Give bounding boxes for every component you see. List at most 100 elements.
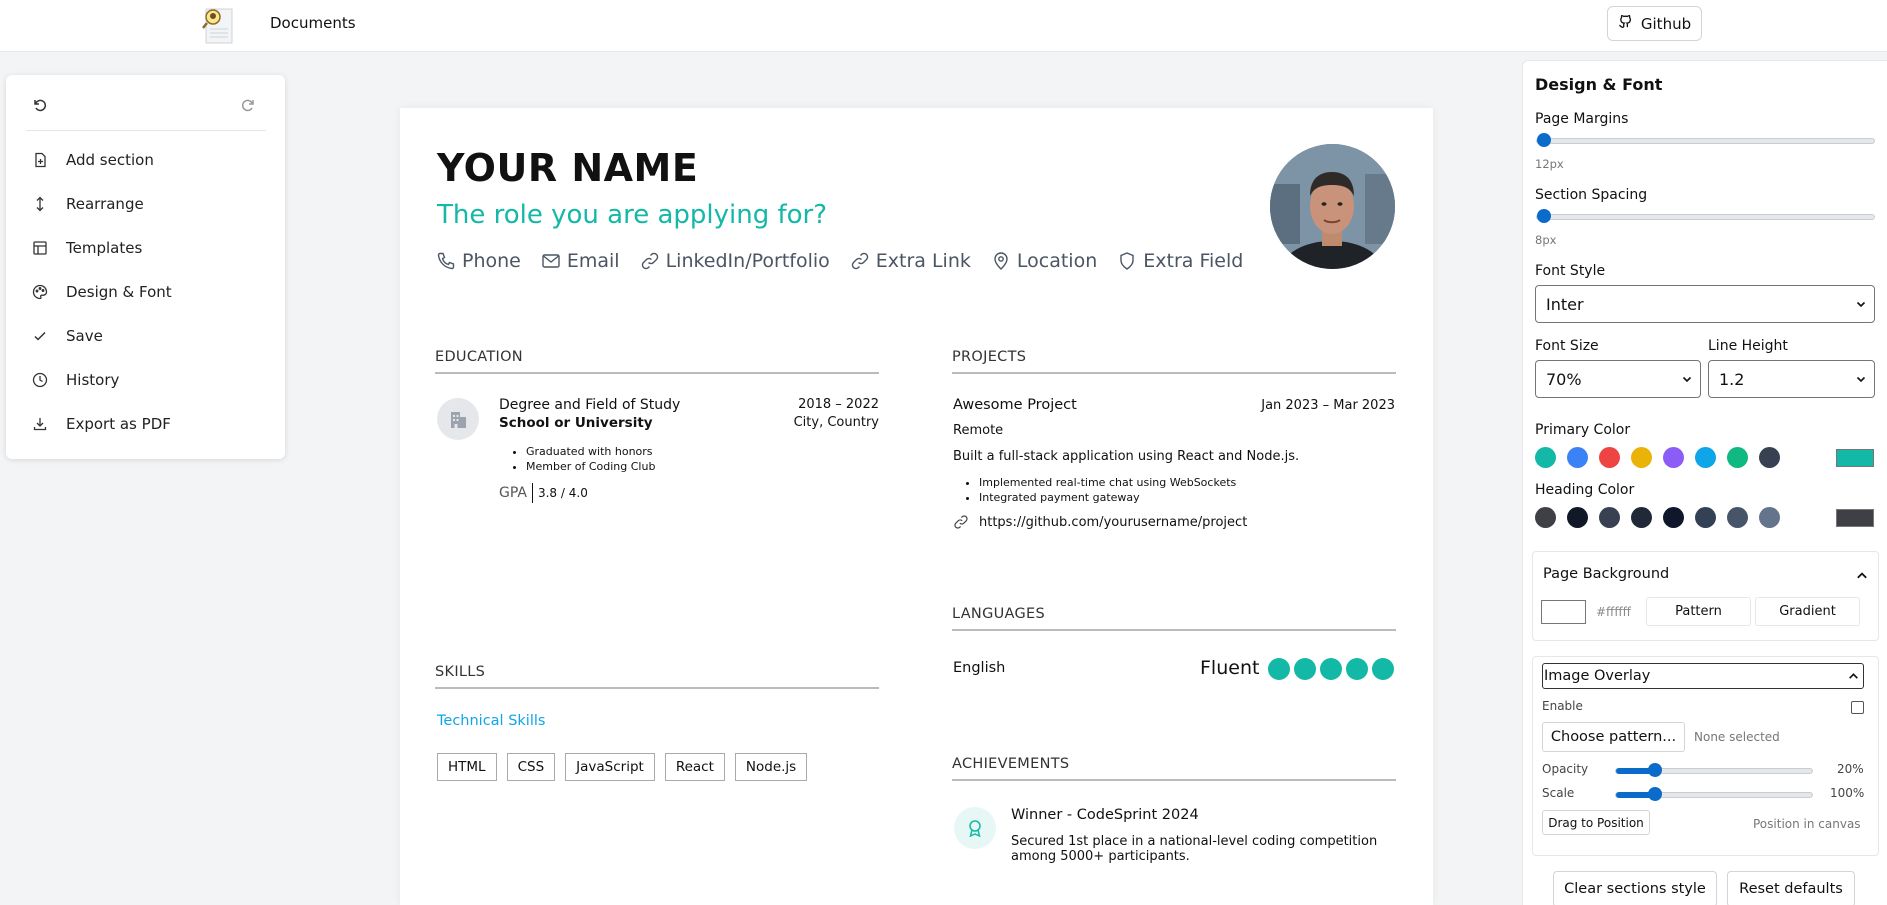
language-name[interactable]: English [953, 660, 1005, 676]
slider-knob[interactable] [1537, 209, 1551, 223]
color-swatch[interactable] [1759, 447, 1780, 468]
language-rating[interactable] [1268, 658, 1394, 680]
list-item[interactable]: Graduated with honors [526, 444, 655, 459]
education-years[interactable]: 2018 – 2022 [798, 397, 879, 412]
color-swatch[interactable] [1599, 507, 1620, 528]
list-item[interactable]: Integrated payment gateway [979, 490, 1236, 505]
project-link[interactable]: https://github.com/yourusername/project [953, 514, 1247, 530]
project-dates[interactable]: Jan 2023 – Mar 2023 [1261, 398, 1395, 413]
color-swatch[interactable] [1759, 507, 1780, 528]
primary-color-swatches [1535, 447, 1780, 468]
project-title[interactable]: Awesome Project [953, 397, 1077, 413]
choose-pattern-button[interactable]: Choose pattern... [1542, 722, 1685, 752]
color-swatch[interactable] [1631, 507, 1652, 528]
achievement-description[interactable]: Secured 1st place in a national-level co… [1011, 834, 1406, 864]
slider-knob[interactable] [1648, 787, 1663, 801]
achievements-heading[interactable]: ACHIEVEMENTS [952, 756, 1396, 781]
color-swatch[interactable] [1695, 507, 1716, 528]
chevron-up-icon[interactable] [1856, 570, 1868, 582]
list-item[interactable]: Member of Coding Club [526, 459, 655, 474]
clear-sections-style-button[interactable]: Clear sections style [1553, 871, 1717, 905]
color-swatch[interactable] [1535, 447, 1556, 468]
projects-heading[interactable]: PROJECTS [952, 349, 1396, 374]
languages-heading[interactable]: LANGUAGES [952, 606, 1396, 631]
background-color-value[interactable]: #ffffff [1596, 605, 1631, 619]
download-icon [33, 418, 47, 431]
gpa-value[interactable]: 3.8 / 4.0 [538, 486, 588, 500]
opacity-value: 20% [1837, 762, 1864, 776]
skill-tag[interactable]: Node.js [734, 753, 808, 781]
enable-checkbox[interactable] [1851, 701, 1864, 714]
line-height-select[interactable]: 1.2 [1708, 360, 1875, 398]
scale-slider[interactable] [1615, 787, 1813, 801]
heading-color-picker[interactable] [1836, 509, 1874, 527]
education-school[interactable]: School or University [499, 415, 653, 431]
redo-icon[interactable] [240, 97, 258, 115]
github-button[interactable]: Github [1607, 6, 1702, 41]
sidebar-item-templates[interactable]: Templates [32, 236, 142, 260]
pattern-button[interactable]: Pattern [1646, 597, 1751, 626]
color-swatch[interactable] [1727, 507, 1748, 528]
slider-knob[interactable] [1648, 763, 1663, 777]
contact-location[interactable]: Location [991, 250, 1097, 272]
undo-icon[interactable] [32, 97, 50, 115]
contact-linkedin[interactable]: LinkedIn/Portfolio [640, 250, 830, 272]
skill-tag[interactable]: React [664, 753, 725, 781]
project-location[interactable]: Remote [953, 423, 1003, 438]
gradient-button[interactable]: Gradient [1755, 597, 1860, 626]
color-swatch[interactable] [1695, 447, 1716, 468]
image-overlay-header[interactable]: Image Overlay [1542, 663, 1864, 689]
education-degree[interactable]: Degree and Field of Study [499, 397, 680, 413]
page-background-title[interactable]: Page Background [1543, 566, 1669, 582]
contact-extra-field[interactable]: Extra Field [1117, 250, 1243, 272]
resume-name[interactable]: YOUR NAME [437, 146, 698, 190]
skill-category[interactable]: Technical Skills [437, 713, 545, 729]
sidebar-item-export-pdf[interactable]: Export as PDF [32, 412, 171, 436]
font-style-select[interactable]: Inter [1535, 285, 1875, 323]
contact-phone[interactable]: Phone [436, 250, 521, 272]
project-description[interactable]: Built a full-stack application using Rea… [953, 449, 1299, 464]
color-swatch[interactable] [1567, 447, 1588, 468]
scale-value: 100% [1830, 786, 1865, 800]
sidebar-item-rearrange[interactable]: Rearrange [32, 192, 144, 216]
color-swatch[interactable] [1663, 507, 1684, 528]
education-location[interactable]: City, Country [794, 415, 879, 430]
skill-tag[interactable]: HTML [437, 753, 497, 781]
color-swatch[interactable] [1599, 447, 1620, 468]
check-icon [34, 331, 46, 341]
sidebar-item-label: History [66, 371, 120, 389]
primary-color-picker[interactable] [1836, 449, 1874, 467]
contact-email[interactable]: Email [541, 250, 620, 272]
sidebar-item-history[interactable]: History [32, 368, 119, 392]
line-height-label: Line Height [1708, 338, 1788, 354]
contact-extra-link[interactable]: Extra Link [850, 250, 971, 272]
color-swatch[interactable] [1631, 447, 1652, 468]
sidebar-item-add-section[interactable]: Add section [32, 148, 154, 172]
app-logo[interactable] [198, 3, 238, 45]
sidebar-item-save[interactable]: Save [32, 324, 103, 348]
opacity-slider[interactable] [1615, 763, 1813, 777]
drag-to-position-button[interactable]: Drag to Position [1542, 810, 1650, 835]
list-item[interactable]: Implemented real-time chat using WebSock… [979, 475, 1236, 490]
color-swatch[interactable] [1727, 447, 1748, 468]
page-margins-slider[interactable] [1536, 133, 1875, 147]
skill-tag[interactable]: JavaScript [565, 753, 655, 781]
skills-heading[interactable]: SKILLS [435, 664, 879, 689]
skill-tag[interactable]: CSS [506, 753, 556, 781]
slider-knob[interactable] [1537, 133, 1551, 147]
reset-defaults-button[interactable]: Reset defaults [1727, 871, 1855, 905]
resume-role[interactable]: The role you are applying for? [437, 200, 827, 230]
background-color-picker[interactable] [1541, 600, 1586, 624]
chevron-down-icon [1856, 376, 1866, 383]
color-swatch[interactable] [1663, 447, 1684, 468]
sidebar-item-design-font[interactable]: Design & Font [32, 280, 172, 304]
language-level[interactable]: Fluent [1200, 657, 1259, 679]
color-swatch[interactable] [1567, 507, 1588, 528]
brand-title[interactable]: Documents [270, 14, 356, 32]
font-size-select[interactable]: 70% [1535, 360, 1701, 398]
achievement-title[interactable]: Winner - CodeSprint 2024 [1011, 807, 1199, 823]
education-heading[interactable]: EDUCATION [435, 349, 879, 374]
color-swatch[interactable] [1535, 507, 1556, 528]
profile-photo[interactable] [1270, 144, 1395, 269]
section-spacing-slider[interactable] [1536, 209, 1875, 223]
